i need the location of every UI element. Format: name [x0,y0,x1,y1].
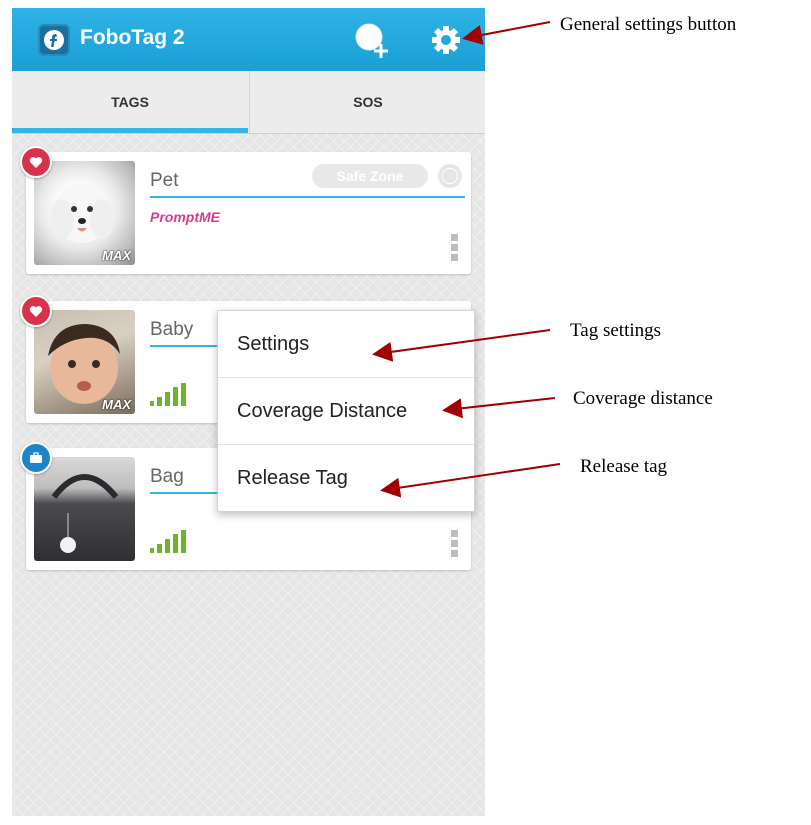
annotation-arrows [372,21,561,498]
